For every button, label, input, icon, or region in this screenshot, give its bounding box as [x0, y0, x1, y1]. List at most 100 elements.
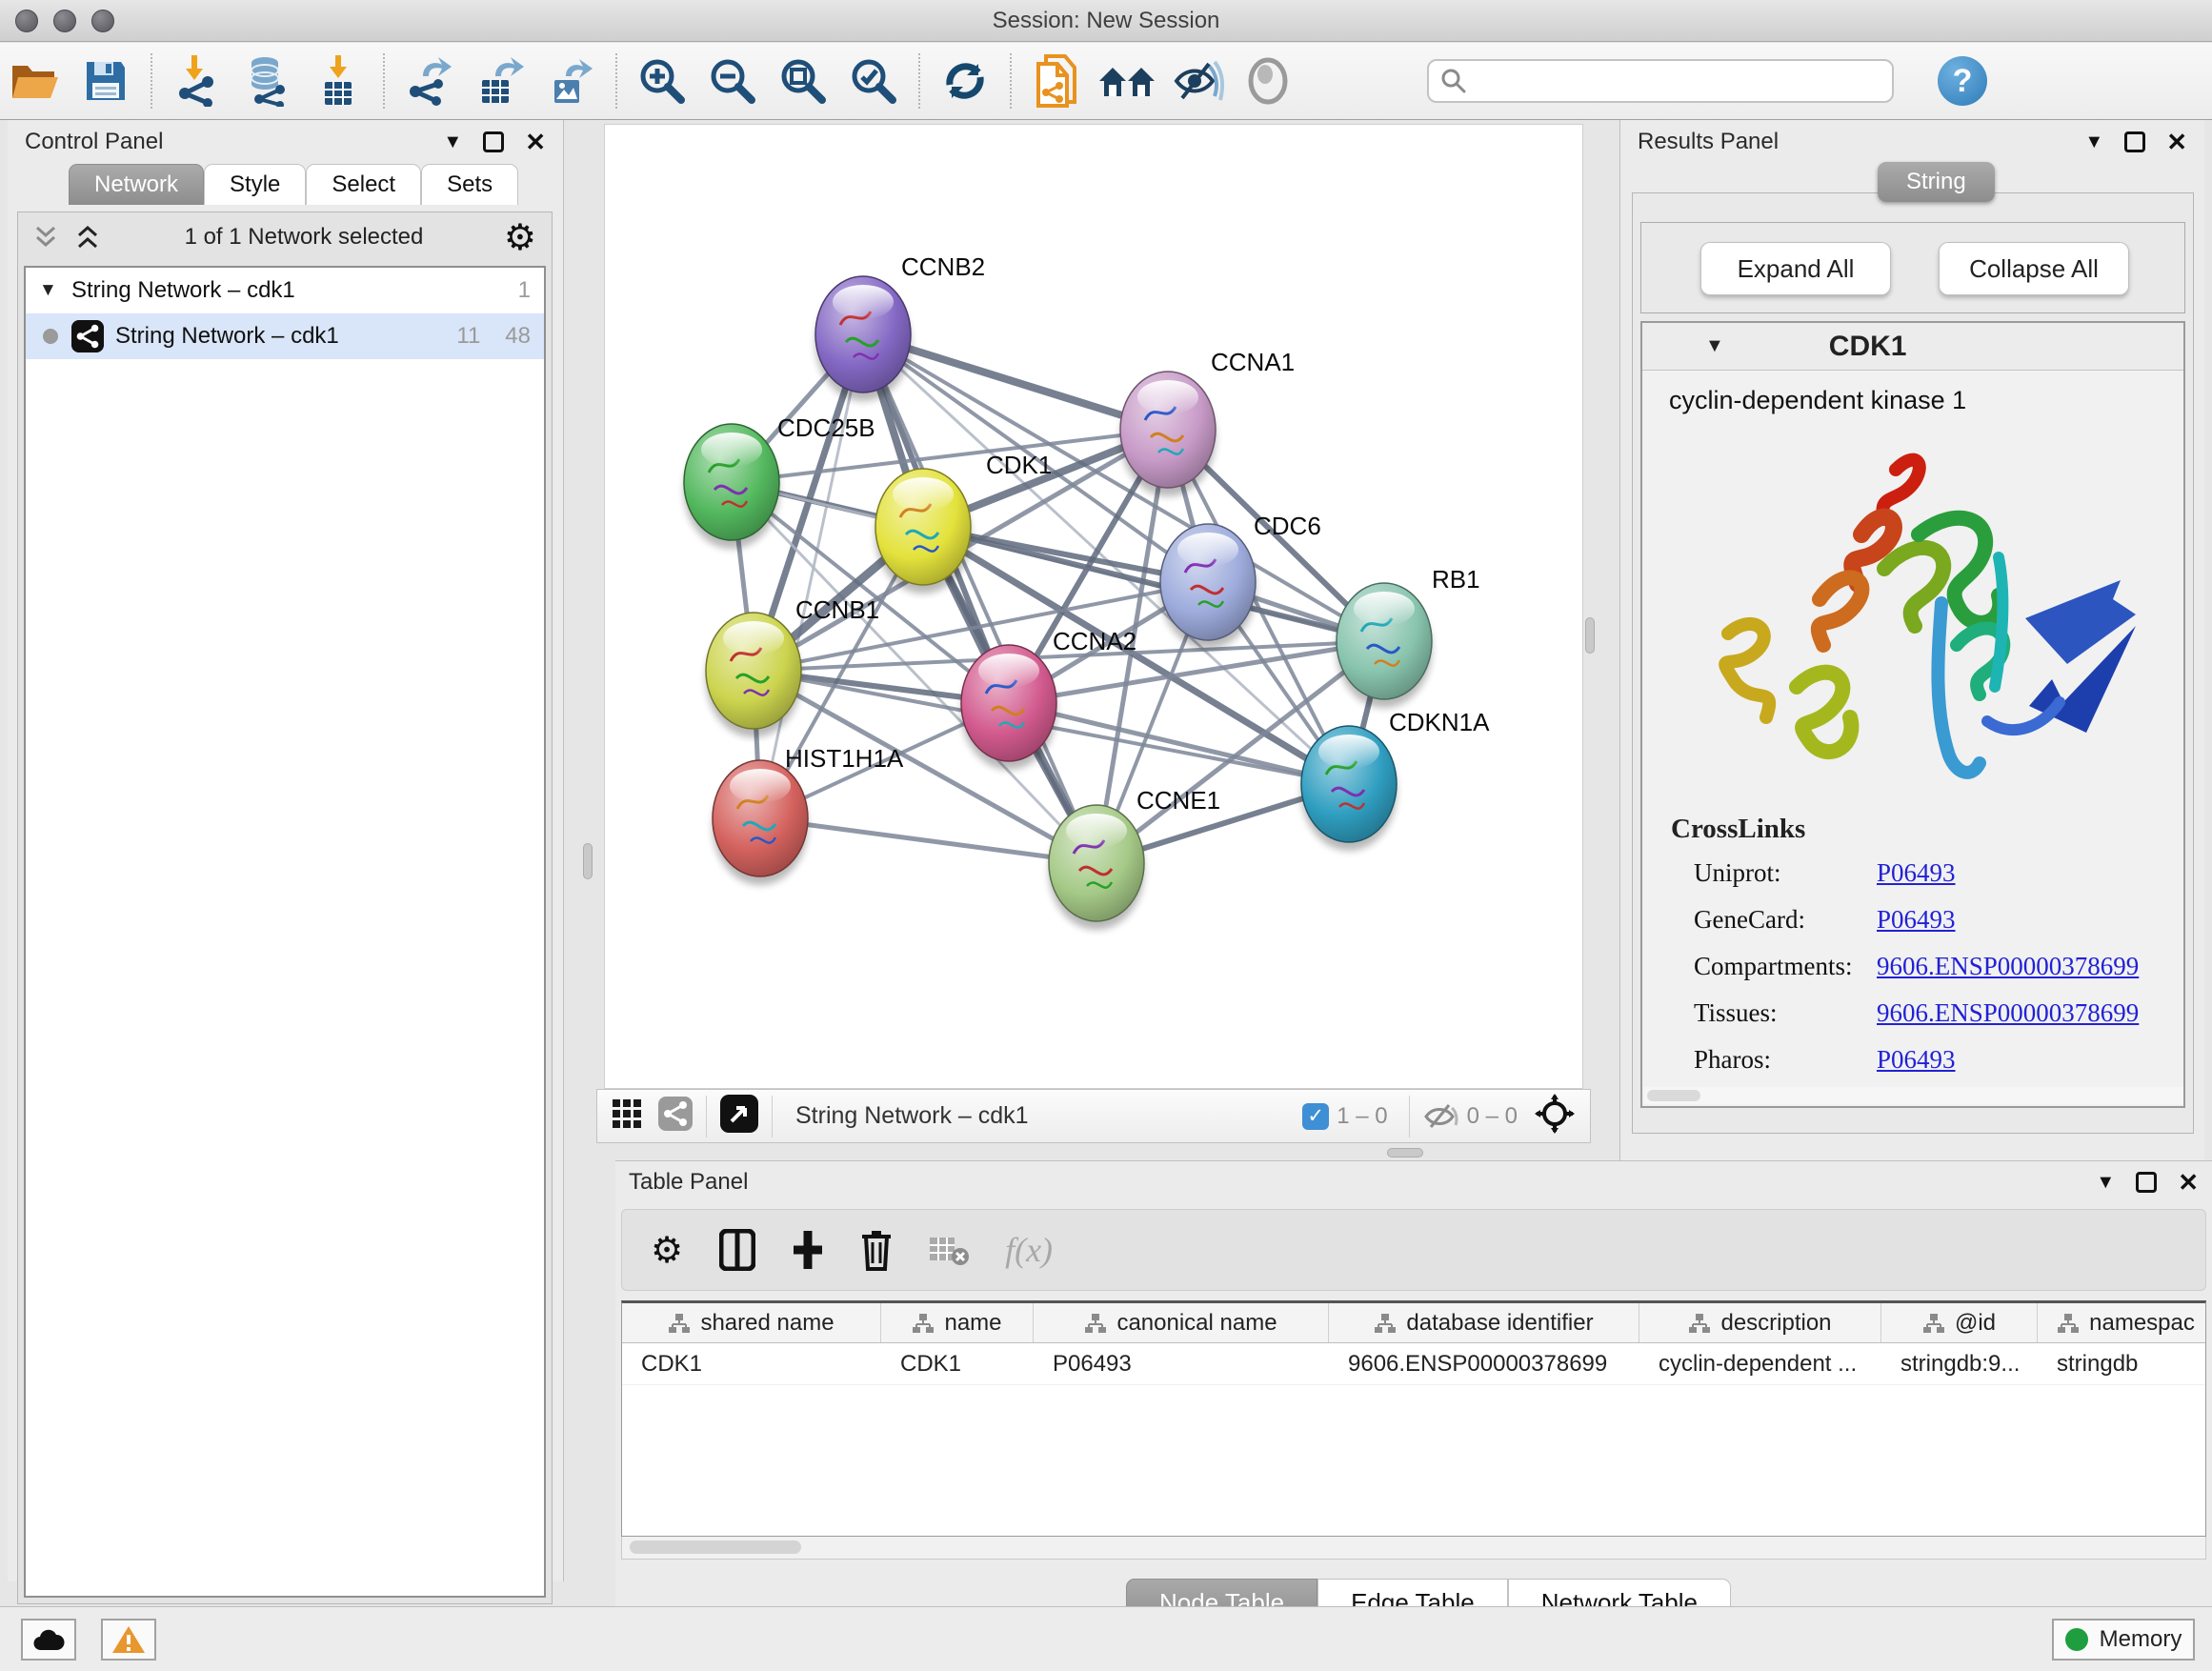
network-node-cdk1[interactable]: CDK1: [875, 451, 1052, 594]
panel-menu-icon[interactable]: ▼: [2084, 131, 2103, 153]
search-icon: [1440, 68, 1467, 94]
export-network-button[interactable]: [394, 50, 465, 111]
export-table-button[interactable]: [465, 50, 535, 111]
close-panel-icon[interactable]: ✕: [2166, 128, 2187, 157]
collapse-all-icon[interactable]: [33, 224, 62, 251]
close-window-button[interactable]: [15, 10, 38, 32]
zoom-out-button[interactable]: [697, 50, 768, 111]
memory-button[interactable]: Memory: [2052, 1619, 2195, 1661]
panel-menu-icon[interactable]: ▼: [2096, 1172, 2115, 1194]
zoom-window-button[interactable]: [91, 10, 114, 32]
tab-sets[interactable]: Sets: [421, 164, 518, 205]
minimize-window-button[interactable]: [53, 10, 76, 32]
column-header-name[interactable]: name: [881, 1303, 1034, 1342]
network-edge[interactable]: [760, 818, 1096, 863]
close-panel-icon[interactable]: ✕: [525, 128, 546, 157]
panel-menu-icon[interactable]: ▼: [443, 131, 462, 153]
refresh-button[interactable]: [930, 50, 1000, 111]
open-folder-icon: [9, 58, 62, 104]
delete-column-button[interactable]: [860, 1229, 893, 1271]
add-column-button[interactable]: [792, 1229, 824, 1271]
show-panel-button[interactable]: [1233, 50, 1303, 111]
column-header-canonical-name[interactable]: canonical name: [1034, 1303, 1329, 1342]
network-tree-item[interactable]: String Network – cdk1 11 48: [26, 313, 544, 359]
column-header-shared-name[interactable]: shared name: [622, 1303, 881, 1342]
crosslink-label: Tissues:: [1694, 998, 1877, 1028]
network-node-rb1[interactable]: RB1: [1337, 565, 1480, 708]
import-network-file-button[interactable]: [162, 50, 232, 111]
tab-select[interactable]: Select: [306, 164, 421, 205]
crosslink-link[interactable]: P06493: [1877, 1045, 1956, 1075]
function-builder-button[interactable]: f(x): [1005, 1230, 1053, 1270]
network-tree-root[interactable]: ▼ String Network – cdk11: [26, 268, 544, 313]
fit-content-button[interactable]: [1535, 1094, 1575, 1138]
import-table-file-button[interactable]: [303, 50, 373, 111]
warnings-button[interactable]: [101, 1619, 156, 1661]
tab-string[interactable]: String: [1878, 162, 1995, 202]
zoom-in-button[interactable]: [627, 50, 697, 111]
crosslinks-title: CrossLinks: [1671, 814, 2183, 845]
tab-network[interactable]: Network: [69, 164, 204, 205]
crosslink-link[interactable]: 9606.ENSP00000378699: [1877, 952, 2139, 981]
network-canvas[interactable]: CCNB2 CCNA1 CDC25B CDK1 CDC6 RB1 CCNB1 C…: [604, 124, 1583, 1089]
crosslink-link[interactable]: 9606.ENSP00000378699: [1877, 998, 2139, 1028]
column-header--id[interactable]: @id: [1881, 1303, 2038, 1342]
network-edge[interactable]: [1009, 703, 1349, 784]
network-node-cdc25b[interactable]: CDC25B: [684, 413, 875, 549]
network-node-ccnb2[interactable]: CCNB2: [815, 252, 985, 401]
column-header-database-identifier[interactable]: database identifier: [1329, 1303, 1639, 1342]
network-style-button[interactable]: [658, 1097, 693, 1136]
selected-checkbox[interactable]: ✓: [1302, 1103, 1329, 1130]
node-result-header[interactable]: ▼ CDK1: [1642, 323, 2183, 371]
left-splitter-handle[interactable]: [583, 843, 593, 879]
birdseye-view-button[interactable]: [720, 1095, 758, 1137]
table-hscrollbar[interactable]: [621, 1537, 2206, 1560]
column-header-namespac[interactable]: namespac: [2038, 1303, 2206, 1342]
close-panel-icon[interactable]: ✕: [2178, 1168, 2199, 1198]
network-options-gear-icon[interactable]: ⚙: [504, 216, 536, 258]
zoom-selected-button[interactable]: [838, 50, 909, 111]
help-button[interactable]: ?: [1938, 56, 1987, 106]
tree-expander-icon[interactable]: ▼: [39, 280, 71, 301]
column-type-icon: [668, 1313, 691, 1334]
zoom-fit-button[interactable]: [768, 50, 838, 111]
table-options-gear-icon[interactable]: ⚙: [651, 1229, 683, 1271]
float-panel-icon[interactable]: [2124, 131, 2145, 152]
table-cell: CDK1: [622, 1343, 881, 1384]
save-session-button[interactable]: [70, 50, 141, 111]
export-image-button[interactable]: [535, 50, 606, 111]
expand-all-icon[interactable]: [75, 224, 104, 251]
crosslink-link[interactable]: P06493: [1877, 858, 1956, 888]
automation-status-button[interactable]: [21, 1619, 76, 1661]
delete-table-button[interactable]: [929, 1234, 969, 1266]
search-input[interactable]: [1467, 68, 1867, 94]
table-row[interactable]: CDK1CDK1P064939606.ENSP00000378699cyclin…: [622, 1343, 2205, 1385]
tab-style[interactable]: Style: [204, 164, 306, 205]
home-button[interactable]: [1092, 50, 1162, 111]
right-splitter-handle[interactable]: [1585, 617, 1595, 654]
horizontal-splitter-handle[interactable]: [1387, 1148, 1423, 1158]
grid-view-button[interactable]: [613, 1099, 641, 1133]
network-node-ccna1[interactable]: CCNA1: [1120, 348, 1295, 496]
network-node-hist1h1a[interactable]: HIST1H1A: [713, 744, 904, 885]
node-label: HIST1H1A: [785, 744, 904, 773]
crosslink-link[interactable]: P06493: [1877, 905, 1956, 935]
network-from-selection-button[interactable]: [1021, 50, 1092, 111]
collapse-entry-icon[interactable]: ▼: [1705, 335, 1724, 357]
network-node-ccne1[interactable]: CCNE1: [1049, 786, 1220, 930]
column-header-description[interactable]: description: [1639, 1303, 1881, 1342]
import-network-database-button[interactable]: [232, 50, 303, 111]
hide-panel-button[interactable]: [1162, 50, 1233, 111]
network-node-cdc6[interactable]: CDC6: [1160, 512, 1321, 649]
collapse-all-button[interactable]: Collapse All: [1939, 242, 2129, 295]
open-session-button[interactable]: [0, 50, 70, 111]
export-network-icon: [404, 55, 455, 107]
show-columns-button[interactable]: [719, 1229, 755, 1271]
network-node-cdkn1a[interactable]: CDKN1A: [1301, 708, 1490, 851]
expand-all-button[interactable]: Expand All: [1700, 242, 1891, 295]
results-scrollbar[interactable]: [1644, 1087, 2183, 1104]
float-panel-icon[interactable]: [2136, 1172, 2157, 1193]
float-panel-icon[interactable]: [483, 131, 504, 152]
network-edge[interactable]: [863, 334, 1096, 863]
zoom-out-icon: [708, 56, 757, 106]
